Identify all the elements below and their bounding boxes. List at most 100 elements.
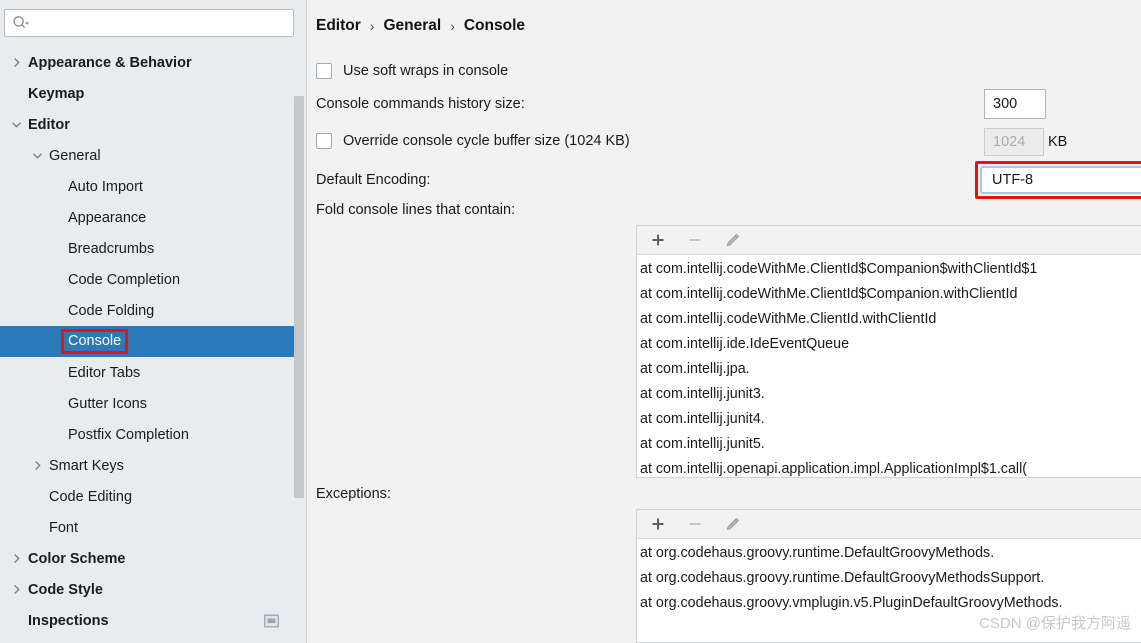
sidebar-item-label: Code Style (28, 582, 103, 598)
list-item[interactable]: at org.codehaus.groovy.runtime.DefaultGr… (637, 566, 1141, 591)
history-size-value: 300 (993, 96, 1017, 112)
edit-button[interactable] (721, 513, 743, 535)
console-settings-panel: Editor › General › Console Use soft wrap… (307, 0, 1141, 643)
editor-settings-icon[interactable] (264, 614, 279, 627)
list-item[interactable]: at com.intellij.codeWithMe.ClientId.with… (637, 307, 1141, 332)
minus-icon (687, 232, 703, 248)
sidebar-item-label: Smart Keys (49, 458, 124, 474)
sidebar-item-label: Gutter Icons (68, 396, 147, 412)
sidebar-item-gutter-icons[interactable]: Gutter Icons (0, 388, 307, 419)
override-buffer-row[interactable]: Override console cycle buffer size (1024… (316, 133, 630, 149)
sidebar-item-label: Breadcrumbs (68, 241, 154, 257)
sidebar-item-postfix-completion[interactable]: Postfix Completion (0, 419, 307, 450)
sidebar-item-label: Code Completion (68, 272, 180, 288)
sidebar-item-font[interactable]: Font (0, 512, 307, 543)
sidebar-item-auto-import[interactable]: Auto Import (0, 171, 307, 202)
sidebar-item-label: Code Editing (49, 489, 132, 505)
sidebar-item-keymap[interactable]: Keymap (0, 78, 307, 109)
soft-wraps-label: Use soft wraps in console (343, 63, 508, 79)
default-encoding-label: Default Encoding: (316, 172, 430, 188)
sidebar-scrollbar-thumb[interactable] (294, 96, 304, 498)
sidebar-item-label: Font (49, 520, 78, 536)
sidebar-item-code-completion[interactable]: Code Completion (0, 264, 307, 295)
plus-icon (650, 516, 666, 532)
list-item[interactable]: at com.intellij.jpa. (637, 357, 1141, 382)
chevron-right-icon[interactable] (31, 459, 44, 472)
override-buffer-checkbox[interactable] (316, 133, 332, 149)
sidebar-item-editor-tabs[interactable]: Editor Tabs (0, 357, 307, 388)
list-item[interactable]: at com.intellij.codeWithMe.ClientId$Comp… (637, 282, 1141, 307)
exceptions-list[interactable]: at org.codehaus.groovy.runtime.DefaultGr… (637, 539, 1141, 616)
search-icon (12, 15, 30, 31)
sidebar-item-appearance[interactable]: Appearance (0, 202, 307, 233)
search-input[interactable] (30, 12, 280, 34)
sidebar-item-general[interactable]: General (0, 140, 307, 171)
sidebar-item-label: Inspections (28, 613, 109, 629)
list-item[interactable]: at com.intellij.ide.IdeEventQueue (637, 332, 1141, 357)
list-item[interactable]: at com.intellij.junit3. (637, 382, 1141, 407)
sidebar-item-code-folding[interactable]: Code Folding (0, 295, 307, 326)
list-item[interactable]: at com.intellij.junit5. (637, 432, 1141, 457)
override-buffer-label: Override console cycle buffer size (1024… (343, 133, 630, 149)
default-encoding-value: UTF-8 (992, 172, 1033, 188)
history-size-input[interactable]: 300 (984, 89, 1046, 119)
sidebar-item-editor[interactable]: Editor (0, 109, 307, 140)
sidebar-item-appearance-behavior[interactable]: Appearance & Behavior (0, 47, 307, 78)
watermark: CSDN @保护我方阿遥 (979, 612, 1131, 633)
sidebar-item-label: Postfix Completion (68, 427, 189, 443)
list-item[interactable]: at org.codehaus.groovy.runtime.DefaultGr… (637, 541, 1141, 566)
breadcrumb-root[interactable]: Editor (316, 17, 361, 35)
sidebar-item-label: Code Folding (68, 303, 154, 319)
soft-wraps-row[interactable]: Use soft wraps in console (316, 63, 508, 79)
chevron-right-icon[interactable] (10, 583, 23, 596)
breadcrumb-middle[interactable]: General (383, 17, 441, 35)
sidebar-item-label: Color Scheme (28, 551, 126, 567)
add-button[interactable] (647, 513, 669, 535)
exceptions-label: Exceptions: (316, 486, 391, 502)
minus-icon (687, 516, 703, 532)
add-button[interactable] (647, 229, 669, 251)
list-item[interactable]: at com.intellij.junit4. (637, 407, 1141, 432)
search-box[interactable] (4, 9, 294, 37)
chevron-right-icon[interactable] (10, 56, 23, 69)
soft-wraps-checkbox[interactable] (316, 63, 332, 79)
breadcrumb-leaf: Console (464, 17, 525, 35)
chevron-right-icon[interactable] (10, 552, 23, 565)
chevron-down-icon[interactable] (31, 149, 44, 162)
sidebar-item-smart-keys[interactable]: Smart Keys (0, 450, 307, 481)
chevron-down-icon[interactable] (10, 118, 23, 131)
exceptions-toolbar (637, 510, 1141, 539)
remove-button (684, 513, 706, 535)
settings-sidebar: Appearance & Behavior Keymap Editor General… (0, 0, 307, 643)
sidebar-item-label: Appearance (68, 210, 146, 226)
pencil-icon (724, 232, 741, 249)
sidebar-item-console[interactable]: Console (0, 326, 306, 357)
sidebar-item-inspections[interactable]: Inspections (0, 605, 307, 636)
default-encoding-dropdown[interactable]: UTF-8 (980, 166, 1141, 194)
list-item[interactable]: at com.intellij.openapi.application.impl… (637, 457, 1141, 478)
fold-console-toolbar (637, 226, 1141, 255)
override-buffer-value: 1024 (993, 134, 1025, 150)
sidebar-item-label: Console (64, 332, 125, 351)
remove-button (684, 229, 706, 251)
pencil-icon (724, 516, 741, 533)
fold-console-list[interactable]: at com.intellij.codeWithMe.ClientId$Comp… (637, 255, 1141, 478)
edit-button[interactable] (721, 229, 743, 251)
sidebar-item-label: Editor (28, 117, 70, 133)
sidebar-item-color-scheme[interactable]: Color Scheme (0, 543, 307, 574)
sidebar-item-breadcrumbs[interactable]: Breadcrumbs (0, 233, 307, 264)
override-buffer-input: 1024 (984, 128, 1044, 156)
sidebar-item-code-style[interactable]: Code Style (0, 574, 307, 605)
buffer-unit-label: KB (1048, 134, 1067, 150)
breadcrumb: Editor › General › Console (316, 17, 525, 35)
list-item[interactable]: at com.intellij.codeWithMe.ClientId$Comp… (637, 257, 1141, 282)
settings-tree: Appearance & Behavior Keymap Editor General… (0, 47, 307, 643)
fold-console-label: Fold console lines that contain: (316, 202, 515, 218)
breadcrumb-separator-icon: › (450, 18, 455, 34)
sidebar-item-code-editing[interactable]: Code Editing (0, 481, 307, 512)
sidebar-scrollbar-track[interactable] (294, 48, 306, 643)
sidebar-item-label: General (49, 148, 101, 164)
sidebar-item-label: Keymap (28, 86, 84, 102)
history-size-label: Console commands history size: (316, 96, 525, 112)
settings-dialog: Appearance & Behavior Keymap Editor General… (0, 0, 1141, 643)
